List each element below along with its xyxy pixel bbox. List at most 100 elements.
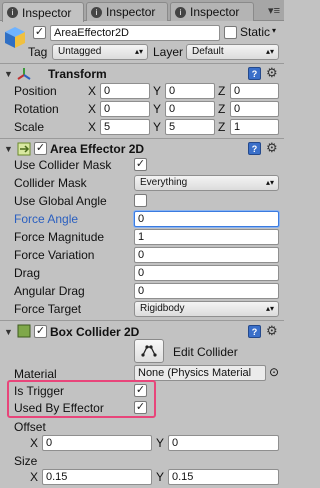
gameobject-cube-icon xyxy=(3,25,27,49)
check-icon: ✓ xyxy=(34,26,45,38)
position-label: Position xyxy=(14,84,57,98)
angular-drag-field[interactable]: 0 xyxy=(134,283,279,299)
material-field[interactable]: None (Physics Material xyxy=(134,365,266,381)
tab-menu-button[interactable]: ▾≡ xyxy=(268,4,280,17)
axis-z-label: Z xyxy=(218,102,226,116)
axis-y-label: Y xyxy=(153,84,162,98)
force-magnitude-field[interactable]: 1 xyxy=(134,229,279,245)
static-dropdown-arrow[interactable]: ▾ xyxy=(272,26,276,35)
gear-icon[interactable]: ⚙ xyxy=(266,324,278,337)
use-collider-mask-checkbox[interactable]: ✓ xyxy=(134,158,147,171)
offset-y-field[interactable]: 0 xyxy=(168,435,279,451)
object-picker-icon[interactable]: ⊙ xyxy=(269,365,279,379)
force-variation-field[interactable]: 0 xyxy=(134,247,279,263)
chevron-down-icon: ▴▾ xyxy=(134,47,143,56)
force-angle-field[interactable]: 0 xyxy=(134,211,279,227)
size-y-field[interactable]: 0.15 xyxy=(168,469,279,485)
position-x-field[interactable]: 0 xyxy=(100,83,150,99)
box-collider-enabled-checkbox[interactable]: ✓ xyxy=(34,325,47,338)
use-global-angle-label: Use Global Angle xyxy=(14,194,107,208)
check-icon: ✓ xyxy=(135,401,146,413)
rotation-label: Rotation xyxy=(14,102,59,116)
tag-dropdown[interactable]: Untagged ▴▾ xyxy=(52,44,148,60)
tab-inspector-2[interactable]: i Inspector xyxy=(86,2,168,21)
chevron-down-icon: ▴▾ xyxy=(265,304,274,313)
tab-inspector-3[interactable]: i Inspector xyxy=(170,2,254,21)
tab-label: Inspector xyxy=(106,5,156,19)
axis-x-label: X xyxy=(88,120,97,134)
transform-axis-icon xyxy=(16,66,32,82)
layer-value: Default xyxy=(192,46,224,57)
info-icon: i xyxy=(91,6,102,18)
object-name-field[interactable]: AreaEffector2D xyxy=(50,25,220,41)
size-label: Size xyxy=(14,454,38,468)
check-icon: ✓ xyxy=(35,325,46,337)
collider-mask-value: Everything xyxy=(140,177,188,188)
axis-x-label: X xyxy=(30,470,39,484)
divider xyxy=(0,320,284,321)
offset-label: Offset xyxy=(14,420,46,434)
scale-y-field[interactable]: 5 xyxy=(165,119,215,135)
help-icon[interactable]: ? xyxy=(248,142,261,155)
rotation-z-field[interactable]: 0 xyxy=(230,101,279,117)
axis-z-label: Z xyxy=(218,84,226,98)
divider xyxy=(0,63,284,64)
area-effector-enabled-checkbox[interactable]: ✓ xyxy=(34,142,47,155)
collider-mask-label: Collider Mask xyxy=(14,176,87,190)
position-y-field[interactable]: 0 xyxy=(165,83,215,99)
rotation-y-field[interactable]: 0 xyxy=(165,101,215,117)
force-magnitude-label: Force Magnitude xyxy=(14,230,105,244)
info-icon: i xyxy=(175,6,186,18)
check-icon: ✓ xyxy=(135,158,146,170)
help-icon[interactable]: ? xyxy=(248,67,261,80)
area-effector-icon xyxy=(16,141,32,157)
force-target-dropdown[interactable]: Rigidbody ▴▾ xyxy=(134,301,279,317)
check-icon: ✓ xyxy=(35,142,46,154)
rotation-x-field[interactable]: 0 xyxy=(100,101,150,117)
scale-z-field[interactable]: 1 xyxy=(230,119,279,135)
active-checkbox[interactable]: ✓ xyxy=(33,26,46,39)
info-icon: i xyxy=(7,7,18,18)
drag-field[interactable]: 0 xyxy=(134,265,279,281)
edit-collider-button[interactable] xyxy=(134,339,164,363)
is-trigger-checkbox[interactable]: ✓ xyxy=(134,384,147,397)
tag-label: Tag xyxy=(28,45,48,59)
axis-y-label: Y xyxy=(156,470,165,484)
scale-label: Scale xyxy=(14,120,45,134)
layer-dropdown[interactable]: Default ▴▾ xyxy=(186,44,279,60)
edit-collider-label: Edit Collider xyxy=(173,345,238,359)
axis-y-label: Y xyxy=(156,436,165,450)
gear-icon[interactable]: ⚙ xyxy=(266,141,278,154)
box-collider-foldout[interactable]: ▼ xyxy=(4,327,13,337)
position-z-field[interactable]: 0 xyxy=(230,83,279,99)
force-variation-label: Force Variation xyxy=(14,248,95,262)
axis-x-label: X xyxy=(88,84,97,98)
check-icon: ✓ xyxy=(135,384,146,396)
offset-x-field[interactable]: 0 xyxy=(42,435,152,451)
static-label: Static xyxy=(240,25,271,39)
use-global-angle-checkbox[interactable] xyxy=(134,194,147,207)
tab-label: Inspector xyxy=(22,5,72,20)
force-target-label: Force Target xyxy=(14,302,82,316)
tab-inspector-1[interactable]: i Inspector xyxy=(2,2,84,22)
layer-label: Layer xyxy=(153,45,184,59)
scale-x-field[interactable]: 5 xyxy=(100,119,150,135)
force-angle-label: Force Angle xyxy=(14,212,79,226)
gear-icon[interactable]: ⚙ xyxy=(266,66,278,79)
chevron-down-icon: ▴▾ xyxy=(265,47,274,56)
material-label: Material xyxy=(14,367,57,381)
used-by-effector-checkbox[interactable]: ✓ xyxy=(134,401,147,414)
help-icon[interactable]: ? xyxy=(248,325,261,338)
use-collider-mask-label: Use Collider Mask xyxy=(14,158,112,172)
transform-foldout[interactable]: ▼ xyxy=(4,69,13,79)
collider-mask-dropdown[interactable]: Everything ▴▾ xyxy=(134,175,279,191)
tab-label: Inspector xyxy=(190,5,240,19)
size-x-field[interactable]: 0.15 xyxy=(42,469,152,485)
tag-value: Untagged xyxy=(58,46,102,57)
drag-label: Drag xyxy=(14,266,41,280)
area-effector-title: Area Effector 2D xyxy=(50,142,145,156)
static-checkbox[interactable] xyxy=(224,26,237,39)
divider xyxy=(0,138,284,139)
force-target-value: Rigidbody xyxy=(140,303,185,314)
area-effector-foldout[interactable]: ▼ xyxy=(4,144,13,154)
